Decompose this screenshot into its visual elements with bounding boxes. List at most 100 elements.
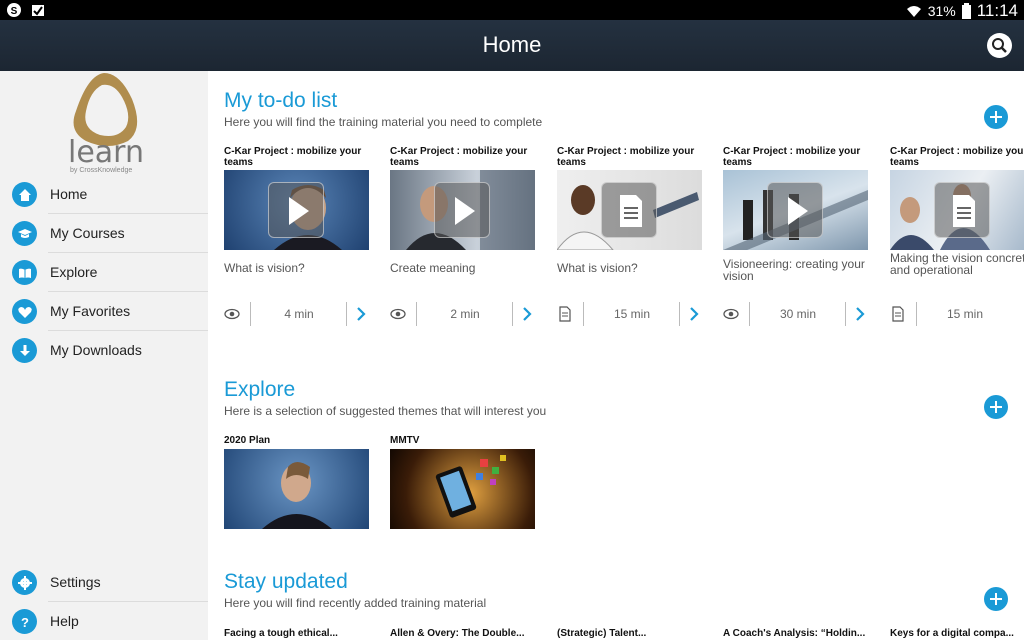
todo-card[interactable]: C-Kar Project : mobilize your teams What… [557, 146, 702, 326]
sidebar-item-my-courses[interactable]: My Courses [0, 214, 208, 253]
card-caption: What is vision? [224, 262, 305, 275]
card-thumbnail[interactable] [224, 170, 369, 250]
sidebar-item-label: Settings [50, 574, 101, 590]
card-title: Facing a tough ethical... [224, 628, 338, 639]
chevron-right-icon[interactable] [354, 306, 368, 322]
play-icon [455, 197, 475, 225]
plus-icon [990, 111, 1002, 123]
wifi-icon [906, 6, 921, 17]
document-icon [892, 306, 904, 322]
play-icon [788, 197, 808, 225]
card-thumbnail[interactable] [557, 170, 702, 250]
sidebar-item-explore[interactable]: Explore [0, 253, 208, 292]
card-title: C-Kar Project : mobilize your teams [390, 146, 528, 168]
updated-card[interactable]: Facing a tough ethical... [224, 628, 369, 640]
eye-icon [390, 308, 406, 320]
todo-card[interactable]: C-Kar Project : mobilize your teams Crea… [390, 146, 535, 326]
search-button[interactable] [987, 33, 1012, 58]
updated-section-subtitle: Here you will find recently added traini… [224, 596, 487, 610]
card-title: A Coach's Analysis: “Holdin... [723, 628, 866, 639]
document-icon [559, 306, 571, 322]
card-thumbnail[interactable] [390, 170, 535, 250]
chevron-right-icon[interactable] [687, 306, 701, 322]
play-overlay[interactable] [767, 182, 823, 238]
logo-word: learn [68, 135, 144, 170]
sidebar-item-label: My Favorites [50, 303, 131, 319]
card-duration: 30 min [779, 307, 817, 321]
sidebar-item-settings[interactable]: Settings [0, 563, 208, 602]
card-title: C-Kar Project : mobilize your teams [224, 146, 362, 168]
chevron-right-icon[interactable] [853, 306, 867, 322]
explore-add-button[interactable] [984, 395, 1008, 419]
book-icon [18, 268, 31, 278]
document-overlay[interactable] [601, 182, 657, 238]
gear-icon [17, 575, 32, 590]
sidebar-item-label: Home [50, 186, 88, 202]
card-caption: Making the vision concrete and operation… [890, 252, 1024, 277]
sidebar-item-home[interactable]: Home [0, 175, 208, 214]
explore-section-subtitle: Here is a selection of suggested themes … [224, 404, 547, 418]
card-title: 2020 Plan [224, 435, 271, 446]
sidebar-item-my-downloads[interactable]: My Downloads [0, 331, 208, 370]
eye-icon [224, 308, 240, 320]
document-overlay[interactable] [934, 182, 990, 238]
sidebar-item-label: My Courses [50, 225, 125, 241]
card-thumbnail[interactable] [390, 449, 535, 529]
smartphone-image [435, 455, 506, 518]
updated-card[interactable]: Allen & Overy: The Double... [390, 628, 535, 640]
card-duration: 4 min [284, 307, 314, 321]
card-thumbnail[interactable] [890, 170, 1024, 250]
play-overlay[interactable] [434, 182, 490, 238]
eye-icon [723, 308, 739, 320]
updated-add-button[interactable] [984, 587, 1008, 611]
card-duration: 15 min [613, 307, 651, 321]
sidebar-item-label: Explore [50, 264, 98, 280]
play-overlay[interactable] [268, 182, 324, 238]
explore-card[interactable]: MMTV [390, 435, 535, 529]
explore-card[interactable]: 2020 Plan [224, 435, 369, 529]
sidebar-bottom-nav: Settings ? Help [0, 563, 208, 641]
status-bar: S 31% 11:14 [0, 0, 1024, 20]
svg-text:S: S [11, 6, 18, 17]
updated-card[interactable]: (Strategic) Talent... [557, 628, 702, 640]
sidebar-item-help[interactable]: ? Help [0, 602, 208, 641]
battery-text: 31% [927, 3, 956, 19]
updated-card[interactable]: A Coach's Analysis: “Holdin... [723, 628, 868, 640]
clock: 11:14 [976, 1, 1018, 20]
play-icon [289, 197, 309, 225]
chevron-right-icon[interactable] [520, 306, 534, 322]
todo-card[interactable]: C-Kar Project : mobilize your teams Maki… [890, 146, 1024, 326]
card-thumbnail[interactable] [224, 449, 369, 529]
card-meta: 2 min [390, 302, 535, 326]
logo-subtitle: by CrossKnowledge [70, 167, 133, 174]
card-meta: 4 min [224, 302, 369, 326]
plus-icon [990, 593, 1002, 605]
card-caption: Visioneering: creating your vision [723, 258, 865, 283]
updated-card[interactable]: Keys for a digital compa... [890, 628, 1024, 640]
card-title: Allen & Overy: The Double... [390, 628, 525, 639]
card-meta: 15 min [890, 302, 1024, 326]
home-icon [18, 188, 31, 201]
card-meta: 15 min [557, 302, 702, 326]
card-meta: 30 min [723, 302, 868, 326]
svg-text:?: ? [21, 615, 29, 630]
battery-icon [961, 3, 971, 19]
card-thumbnail[interactable] [723, 170, 868, 250]
sidebar-item-label: Help [50, 613, 79, 629]
download-icon [19, 344, 30, 356]
todo-card[interactable]: C-Kar Project : mobilize your teams What… [224, 146, 369, 326]
sidebar-item-my-favorites[interactable]: My Favorites [0, 292, 208, 331]
card-title: C-Kar Project : mobilize your teams [890, 146, 1024, 168]
card-title: (Strategic) Talent... [557, 628, 647, 639]
card-title: MMTV [390, 435, 420, 446]
plus-icon [990, 401, 1002, 413]
sidebar: learn by CrossKnowledge Home My Courses … [0, 71, 208, 640]
card-title: Keys for a digital compa... [890, 628, 1014, 639]
card-caption: Create meaning [390, 262, 476, 275]
graduation-cap-icon [17, 228, 32, 238]
sidebar-item-label: My Downloads [50, 342, 142, 358]
search-icon [992, 38, 1007, 53]
todo-add-button[interactable] [984, 105, 1008, 129]
todo-card[interactable]: C-Kar Project : mobilize your teams Visi… [723, 146, 868, 326]
explore-section-title: Explore [224, 378, 296, 401]
